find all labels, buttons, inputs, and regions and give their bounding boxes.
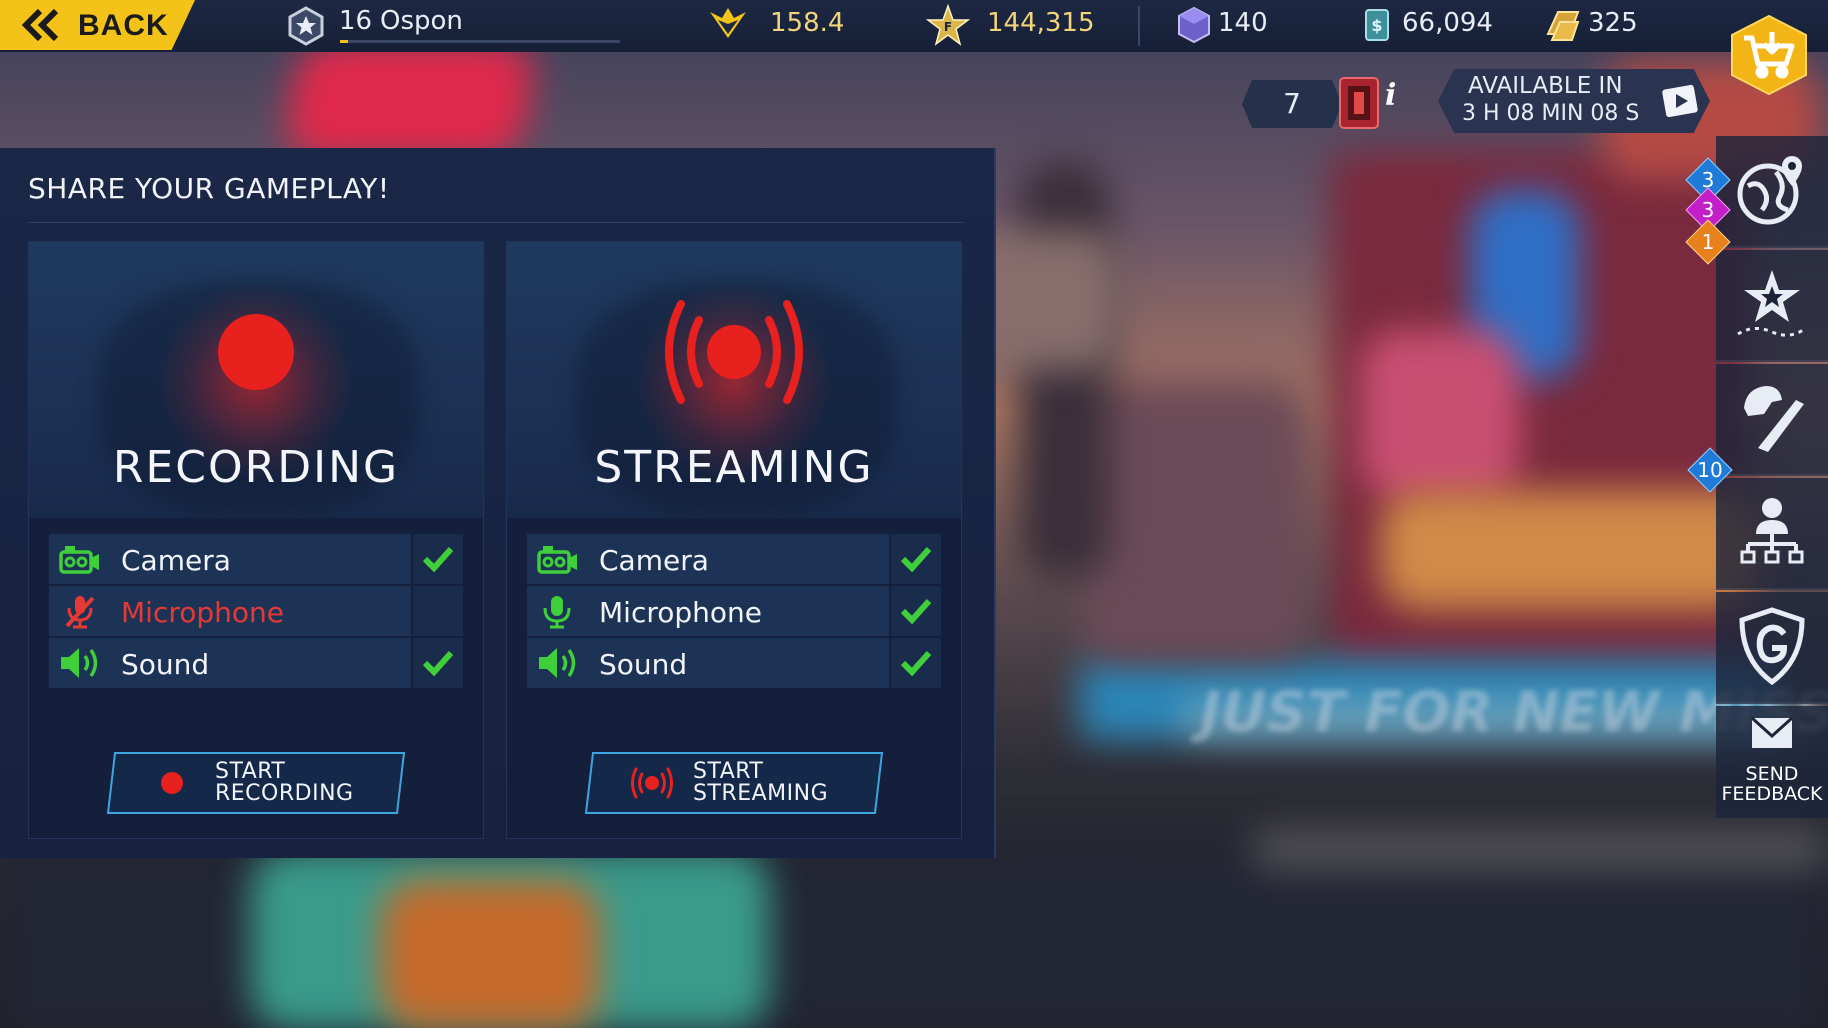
recording-microphone-label: Microphone [121,596,284,629]
streaming-microphone-checkbox[interactable] [891,586,941,636]
recording-microphone-option: Microphone [49,586,463,636]
offer-info-button[interactable]: i [1385,78,1396,113]
streaming-camera-label: Camera [599,544,709,577]
helmet-rifle-icon [1744,386,1804,452]
shop-button[interactable] [1728,14,1810,96]
start-streaming-button[interactable]: START STREAMING [585,752,883,814]
speaker-icon [539,648,576,678]
start-recording-button[interactable]: START RECORDING [107,752,405,814]
broadcast-icon [631,767,673,799]
checkmark-icon [422,546,454,573]
start-recording-line2: RECORDING [215,781,354,806]
streaming-hero: STREAMING [507,242,961,518]
offer-count: 7 [1242,80,1342,128]
streaming-sound-toggle[interactable]: Sound [527,638,889,688]
envelope-icon [1750,716,1794,748]
streaming-sound-checkbox[interactable] [891,638,941,688]
player-rank: 16 [339,6,373,36]
streaming-card: STREAMING Camera Microphone Sound START … [506,241,962,839]
broadcast-icon [665,300,803,404]
team-hierarchy-icon [1740,498,1804,564]
send-feedback-button[interactable]: SEND FEEDBACK [1716,706,1828,818]
rank-star-icon [288,6,324,46]
checkmark-icon [422,650,454,677]
microphone-muted-icon [65,596,95,629]
faction-points-value: 144,315 [987,8,1095,38]
streaming-microphone-option: Microphone [527,586,941,636]
checkmark-icon [900,546,932,573]
streaming-camera-toggle[interactable]: Camera [527,534,889,584]
back-button[interactable]: BACK [0,0,195,50]
offer-available-label: AVAILABLE IN [1468,73,1623,99]
streaming-camera-checkbox[interactable] [891,534,941,584]
streaming-title: STREAMING [594,442,874,493]
offer-timer[interactable]: AVAILABLE IN 3 H 08 MIN 08 S [1438,69,1710,133]
star-path-icon [1737,270,1807,337]
topbar-divider [1138,6,1140,46]
cash-value: 66,094 [1402,8,1493,38]
xp-progress-bar [340,40,620,43]
streaming-sound-label: Sound [599,648,688,681]
recording-camera-option: Camera [49,534,463,584]
recording-camera-toggle[interactable]: Camera [49,534,411,584]
recording-card: RECORDING Camera Microphone Sound START … [28,241,484,839]
streaming-microphone-label: Microphone [599,596,762,629]
clan-button[interactable] [1716,478,1828,590]
double-chevron-left-icon [22,9,59,41]
arsenal-button[interactable] [1716,364,1828,476]
recording-sound-option: Sound [49,638,463,688]
loot-case-icon [1339,77,1379,129]
recording-microphone-checkbox[interactable] [413,586,463,636]
gold-value: 325 [1588,8,1638,38]
streaming-camera-option: Camera [527,534,941,584]
gems-value: 140 [1218,8,1268,38]
share-gameplay-panel: SHARE YOUR GAMEPLAY! RECORDING Camera Mi… [0,148,996,858]
player-name: Ospon [380,6,463,36]
microphone-icon [543,596,571,629]
camera-icon [59,546,99,574]
recording-sound-label: Sound [121,648,210,681]
record-dot-icon [218,314,294,390]
camera-icon [537,546,577,574]
panel-divider [28,222,964,223]
cash-stack-icon: $ [1365,9,1389,41]
checkmark-icon [900,650,932,677]
recording-camera-label: Camera [121,544,231,577]
video-ad-icon [1662,84,1698,118]
background-billboard-text: JUST FOR NEW MISS [1200,680,1828,745]
record-dot-icon [161,772,183,794]
guard-button[interactable] [1716,592,1828,704]
back-label: BACK [78,9,169,42]
recording-title: RECORDING [112,442,400,493]
streaming-microphone-toggle[interactable]: Microphone [527,586,889,636]
speaker-icon [61,648,98,678]
globe-pin-icon [1737,156,1802,225]
svg-text:$: $ [1371,16,1382,35]
send-feedback-label: SEND FEEDBACK [1721,763,1823,805]
missions-button[interactable] [1716,250,1828,362]
offer-countdown: 3 H 08 MIN 08 S [1462,101,1640,126]
start-recording-line1: START [215,759,286,784]
recording-hero: RECORDING [29,242,483,518]
svg-text:F: F [944,20,952,34]
top-bar: BACK 16 Ospon 158.4 F 144,315 140 $ 66,0… [0,0,1828,52]
start-streaming-line2: STREAMING [693,781,829,806]
wings-rating-icon [710,8,746,38]
recording-sound-checkbox[interactable] [413,638,463,688]
recording-sound-toggle[interactable]: Sound [49,638,411,688]
recording-microphone-toggle[interactable]: Microphone [49,586,411,636]
start-streaming-line1: START [693,759,764,784]
recording-camera-checkbox[interactable] [413,534,463,584]
gem-crate-icon [1178,6,1210,44]
checkmark-icon [900,598,932,625]
rating-value: 158.4 [770,8,845,38]
shield-g-icon [1739,607,1805,686]
panel-title: SHARE YOUR GAMEPLAY! [28,172,390,205]
world-map-button[interactable] [1716,136,1828,248]
gold-bars-icon [1546,11,1580,41]
streaming-sound-option: Sound [527,638,941,688]
faction-star-icon: F [925,4,971,46]
